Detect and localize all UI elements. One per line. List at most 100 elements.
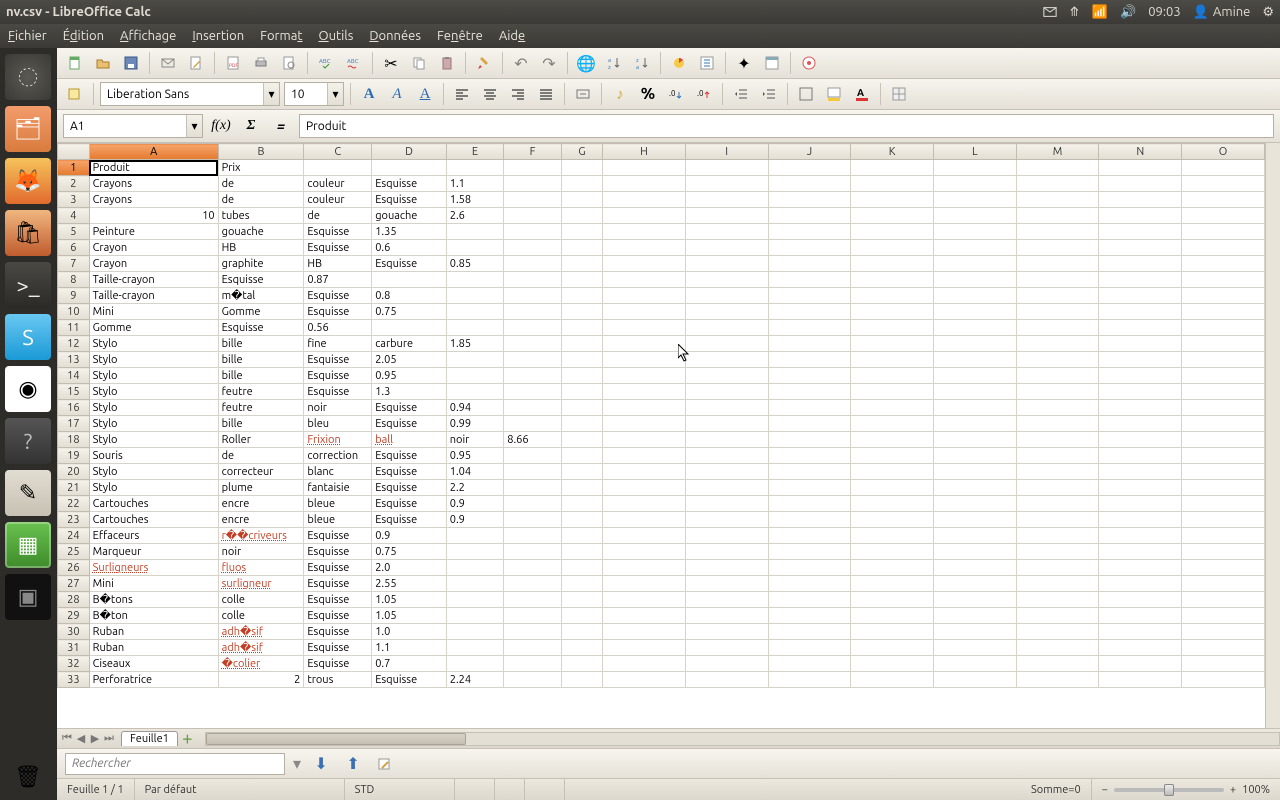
cell[interactable] — [685, 656, 768, 672]
cell[interactable]: Ruban — [89, 640, 218, 656]
cell[interactable] — [768, 208, 851, 224]
tab-first-button[interactable]: ⏮ — [61, 732, 73, 745]
cell[interactable]: B�ton — [89, 608, 218, 624]
cell[interactable] — [561, 256, 602, 272]
firefox-icon[interactable]: 🦊 — [5, 158, 51, 204]
cell[interactable] — [446, 320, 503, 336]
cell[interactable] — [933, 400, 1016, 416]
cell[interactable] — [851, 464, 934, 480]
cell[interactable] — [1016, 368, 1099, 384]
col-header[interactable]: K — [851, 144, 934, 160]
cell[interactable] — [561, 320, 602, 336]
cell[interactable]: Esquisse — [372, 416, 447, 432]
cell[interactable] — [1016, 176, 1099, 192]
cell[interactable]: Esquisse — [304, 544, 372, 560]
col-header[interactable]: F — [504, 144, 561, 160]
cell[interactable] — [685, 576, 768, 592]
cell[interactable] — [603, 592, 686, 608]
cell[interactable] — [561, 272, 602, 288]
row-header[interactable]: 6 — [58, 240, 90, 256]
cell[interactable]: Esquisse — [372, 400, 447, 416]
cell[interactable] — [561, 672, 602, 688]
cell[interactable] — [1099, 464, 1182, 480]
percent-button[interactable]: % — [636, 82, 660, 106]
cell[interactable] — [1182, 592, 1265, 608]
cell[interactable]: HB — [218, 240, 304, 256]
chrome-icon[interactable]: ◉ — [5, 366, 51, 412]
cell[interactable]: adh�sif — [218, 640, 304, 656]
name-box[interactable]: A1▾ — [63, 114, 203, 138]
cell[interactable] — [768, 640, 851, 656]
cell[interactable] — [1182, 480, 1265, 496]
cell[interactable] — [1099, 576, 1182, 592]
status-sum[interactable]: Somme=0 — [565, 779, 1092, 800]
cell[interactable]: 0.75 — [372, 544, 447, 560]
cell[interactable] — [504, 320, 561, 336]
function-wizard-button[interactable]: f(x) — [209, 114, 233, 138]
cell[interactable] — [1182, 416, 1265, 432]
cell[interactable]: feutre — [218, 400, 304, 416]
cell[interactable] — [1099, 192, 1182, 208]
find-next-button[interactable]: ⬇ — [309, 752, 333, 776]
cell[interactable] — [685, 384, 768, 400]
cell[interactable] — [851, 352, 934, 368]
cell[interactable] — [768, 320, 851, 336]
cell[interactable] — [768, 672, 851, 688]
cell[interactable] — [1182, 528, 1265, 544]
add-decimal-button[interactable]: .0 — [664, 82, 688, 106]
row-header[interactable]: 24 — [58, 528, 90, 544]
col-header[interactable]: O — [1182, 144, 1265, 160]
cell[interactable] — [1099, 224, 1182, 240]
cell[interactable] — [603, 608, 686, 624]
cell[interactable] — [1099, 240, 1182, 256]
print-button[interactable] — [249, 51, 273, 75]
cell[interactable] — [851, 496, 934, 512]
cell[interactable]: plume — [218, 480, 304, 496]
cell[interactable]: 2.6 — [446, 208, 503, 224]
add-sheet-button[interactable]: ＋ — [178, 731, 197, 747]
cell[interactable] — [685, 608, 768, 624]
cell[interactable]: Esquisse — [372, 496, 447, 512]
cell[interactable] — [561, 528, 602, 544]
user-menu[interactable]: 👤 Amine — [1187, 5, 1257, 20]
bluetooth-indicator[interactable]: ⤊ — [1063, 5, 1086, 20]
cell[interactable] — [1016, 560, 1099, 576]
cell[interactable] — [504, 176, 561, 192]
cell[interactable]: Taille-crayon — [89, 288, 218, 304]
cell[interactable] — [685, 192, 768, 208]
cell[interactable]: 2.05 — [372, 352, 447, 368]
cell[interactable] — [685, 224, 768, 240]
col-header[interactable]: D — [372, 144, 447, 160]
dash-icon[interactable]: ◌ — [5, 54, 51, 100]
cell[interactable]: Stylo — [89, 352, 218, 368]
borders-button[interactable] — [794, 82, 818, 106]
cell[interactable]: bleue — [304, 496, 372, 512]
cell[interactable] — [603, 496, 686, 512]
col-header[interactable]: E — [446, 144, 503, 160]
cell[interactable]: Taille-crayon — [89, 272, 218, 288]
cell[interactable]: de — [218, 192, 304, 208]
cell[interactable] — [768, 304, 851, 320]
cell[interactable] — [446, 624, 503, 640]
cell[interactable] — [1016, 384, 1099, 400]
mail-button[interactable] — [156, 51, 180, 75]
cell[interactable] — [768, 464, 851, 480]
terminal-icon[interactable]: >_ — [5, 262, 51, 308]
cell[interactable] — [768, 576, 851, 592]
cell[interactable] — [1099, 256, 1182, 272]
cell[interactable]: Esquisse — [372, 512, 447, 528]
cell[interactable] — [504, 448, 561, 464]
cell[interactable] — [851, 448, 934, 464]
cell[interactable] — [446, 560, 503, 576]
cell[interactable] — [685, 640, 768, 656]
copy-button[interactable] — [407, 51, 431, 75]
cell[interactable]: Gomme — [218, 304, 304, 320]
cell[interactable]: encre — [218, 496, 304, 512]
format-paintbrush-button[interactable] — [472, 51, 496, 75]
cell[interactable] — [851, 240, 934, 256]
cell[interactable] — [603, 400, 686, 416]
cell[interactable] — [603, 272, 686, 288]
font-size-combo[interactable]: 10▾ — [284, 82, 344, 106]
cell[interactable] — [933, 336, 1016, 352]
cell[interactable] — [685, 256, 768, 272]
